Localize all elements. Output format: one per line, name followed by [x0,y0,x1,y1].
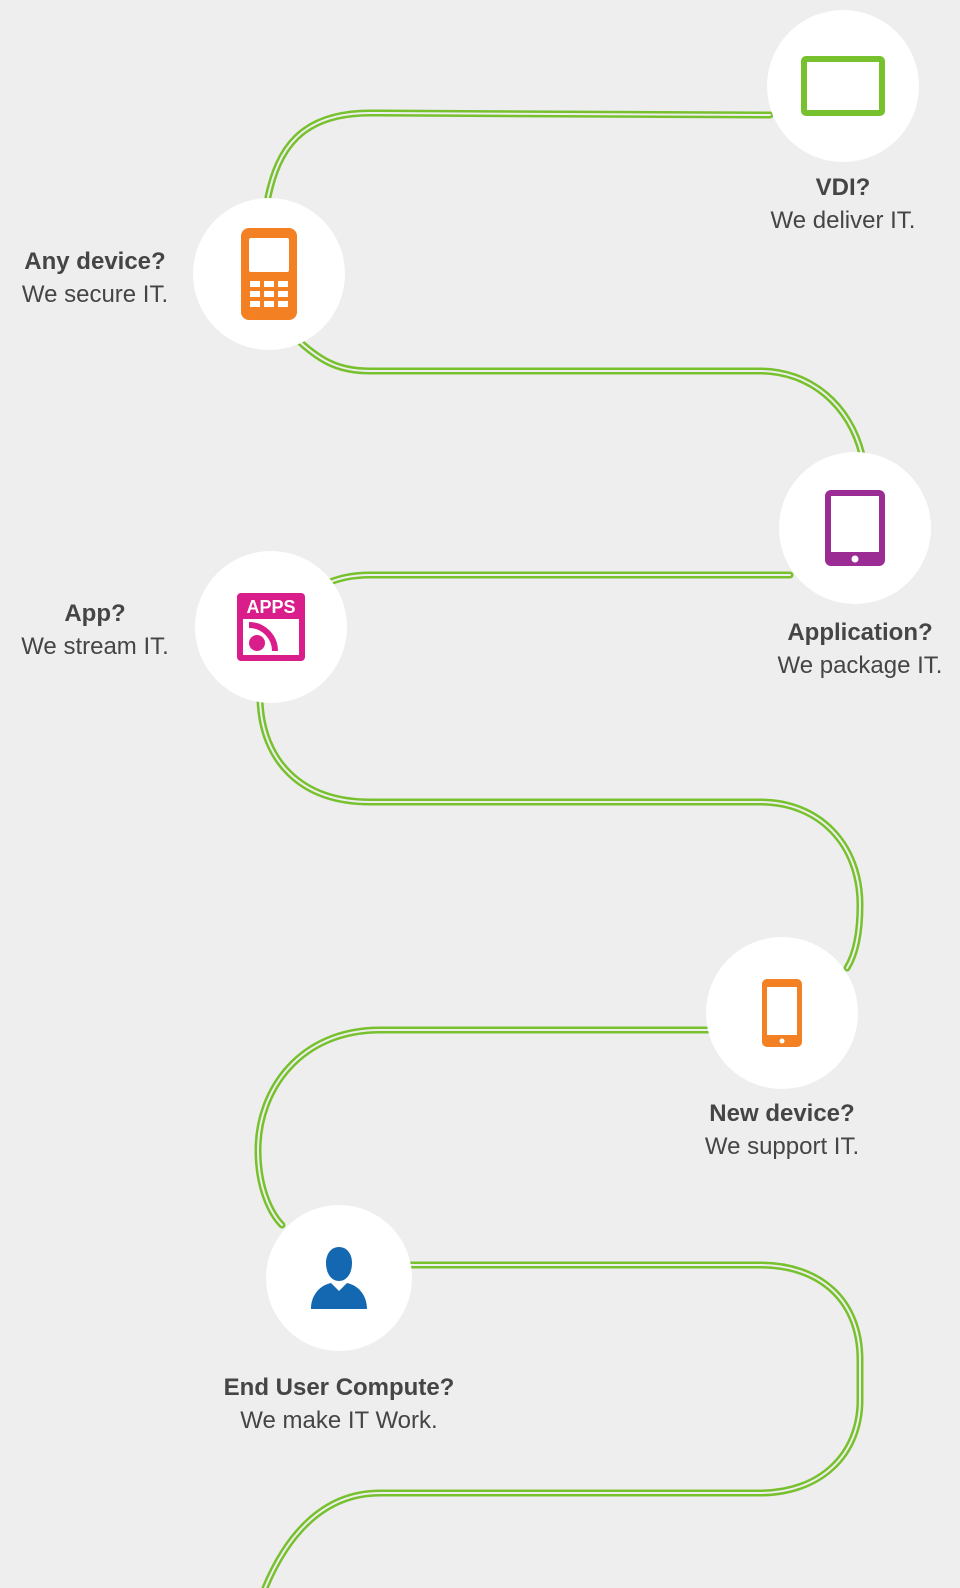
vdi-title: VDI? [815,174,871,201]
apps-icon-text: APPS [246,597,295,617]
new-device-title: New device? [709,1100,855,1127]
any-device-title: Any device? [24,248,166,275]
end-user-label: End User Compute? We make IT Work. [189,1371,489,1437]
new-device-node [706,937,858,1089]
vdi-subtitle: We deliver IT. [770,207,916,234]
vdi-label: VDI? We deliver IT. [743,171,943,237]
end-user-node [266,1205,412,1351]
application-title: Application? [787,619,933,646]
apps-stream-icon: APPS [237,593,305,661]
app-title: App? [64,600,126,627]
winding-path-center [256,111,863,1588]
monitor-icon [801,56,885,116]
app-subtitle: We stream IT. [21,633,169,660]
app-node: APPS [195,551,347,703]
any-device-label: Any device? We secure IT. [0,245,190,311]
winding-path-outer [254,109,866,1588]
vdi-node [767,10,919,162]
roadmap-canvas [254,109,866,1588]
tablet-icon [825,490,885,566]
any-device-subtitle: We secure IT. [21,281,169,308]
user-icon [311,1247,367,1309]
application-subtitle: We package IT. [777,652,943,679]
application-node [779,452,931,604]
any-device-node [193,198,345,350]
mobile-phone-icon [241,228,297,320]
app-label: App? We stream IT. [5,597,185,663]
application-label: Application? We package IT. [760,616,960,682]
new-device-subtitle: We support IT. [704,1133,860,1160]
winding-path [254,109,866,1588]
new-device-label: New device? We support IT. [682,1097,882,1163]
end-user-title: End User Compute? [223,1374,455,1401]
end-user-subtitle: We make IT Work. [240,1407,438,1434]
smartphone-icon [762,979,802,1047]
